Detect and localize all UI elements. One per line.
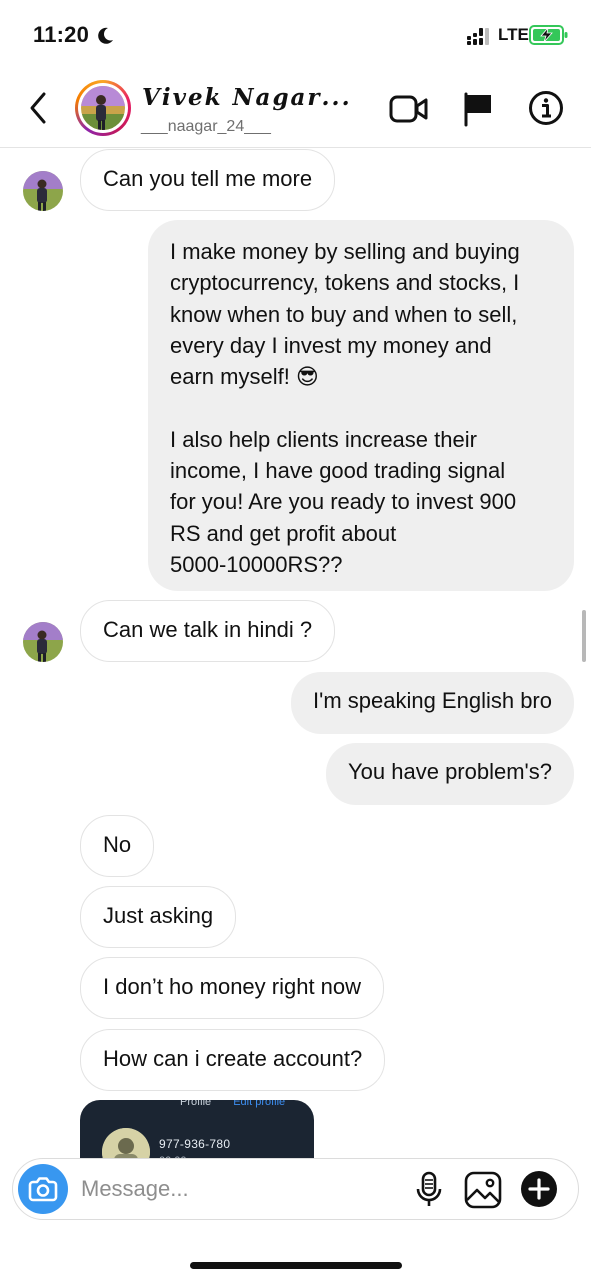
- card-tab-edit: Edit profile: [233, 1100, 286, 1108]
- back-icon[interactable]: [26, 90, 52, 126]
- battery-charging-icon: [529, 25, 568, 45]
- signal-icon: [467, 28, 489, 45]
- message-outgoing[interactable]: I'm speaking English bro: [291, 672, 574, 734]
- card-tab-profile: Profile: [180, 1100, 212, 1108]
- info-icon[interactable]: [528, 90, 564, 126]
- contact-avatar-photo: [81, 86, 125, 130]
- card-tabs: Profile Edit profile: [180, 1100, 285, 1108]
- scrollbar[interactable]: [582, 610, 586, 662]
- message-composer: [12, 1158, 579, 1220]
- contact-name[interactable]: 𝑽𝒊𝒗𝒆𝒌 𝑵𝒂𝒈𝒂𝒓...: [142, 84, 352, 111]
- status-time: 11:20: [33, 22, 90, 47]
- camera-icon: [28, 1177, 58, 1202]
- flag-icon[interactable]: [462, 91, 494, 127]
- contact-handle[interactable]: ___naagar_24___: [141, 118, 271, 136]
- moon-icon: [98, 27, 113, 44]
- video-call-icon[interactable]: [389, 94, 429, 124]
- microphone-icon[interactable]: [416, 1171, 442, 1209]
- camera-button[interactable]: [18, 1164, 68, 1214]
- chat-header: 𝑽𝒊𝒗𝒆𝒌 𝑵𝒂𝒈𝒂𝒓... ___naagar_24___: [0, 70, 591, 148]
- message-incoming[interactable]: I don’t ho money right now: [80, 957, 385, 1019]
- message-outgoing[interactable]: You have problem's?: [326, 743, 574, 805]
- message-incoming[interactable]: Can you tell me more: [80, 149, 336, 211]
- message-incoming[interactable]: No: [80, 815, 155, 877]
- message-input[interactable]: [81, 1171, 381, 1207]
- gallery-icon[interactable]: [464, 1171, 502, 1209]
- status-bar: 11:20 LTE: [0, 0, 591, 70]
- message-incoming[interactable]: How can i create account?: [80, 1029, 386, 1091]
- message-incoming[interactable]: Can we talk in hindi ?: [80, 600, 336, 662]
- sender-avatar[interactable]: [23, 622, 63, 662]
- network-label: LTE: [498, 25, 529, 44]
- contact-avatar[interactable]: [75, 80, 131, 136]
- sender-avatar[interactable]: [23, 171, 63, 211]
- message-outgoing[interactable]: I make money by selling and buying crypt…: [148, 220, 574, 591]
- home-indicator[interactable]: [190, 1262, 402, 1269]
- message-incoming[interactable]: Just asking: [80, 886, 237, 948]
- card-phone: 977-936-780: [159, 1137, 231, 1151]
- plus-icon[interactable]: [520, 1170, 558, 1208]
